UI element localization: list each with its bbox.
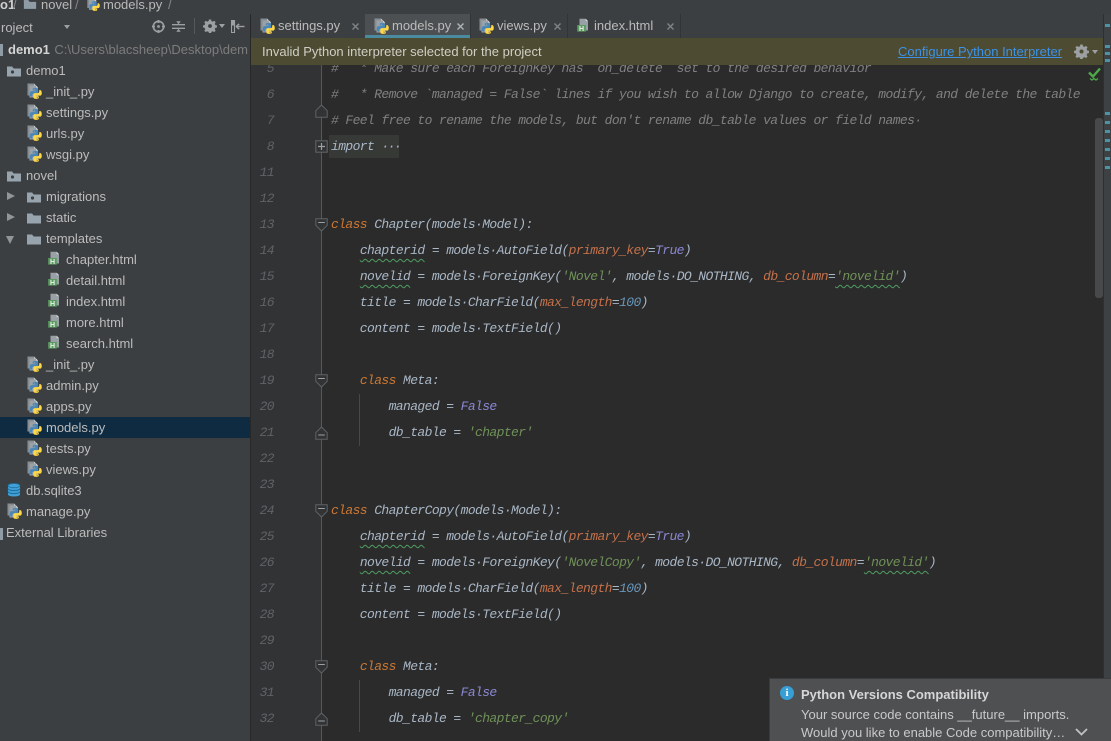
svg-text:H: H: [50, 343, 55, 350]
svg-text:H: H: [50, 301, 55, 308]
svg-text:H: H: [579, 26, 584, 33]
svg-text:H: H: [50, 280, 55, 287]
svg-text:H: H: [50, 322, 55, 329]
svg-text:H: H: [50, 259, 55, 266]
